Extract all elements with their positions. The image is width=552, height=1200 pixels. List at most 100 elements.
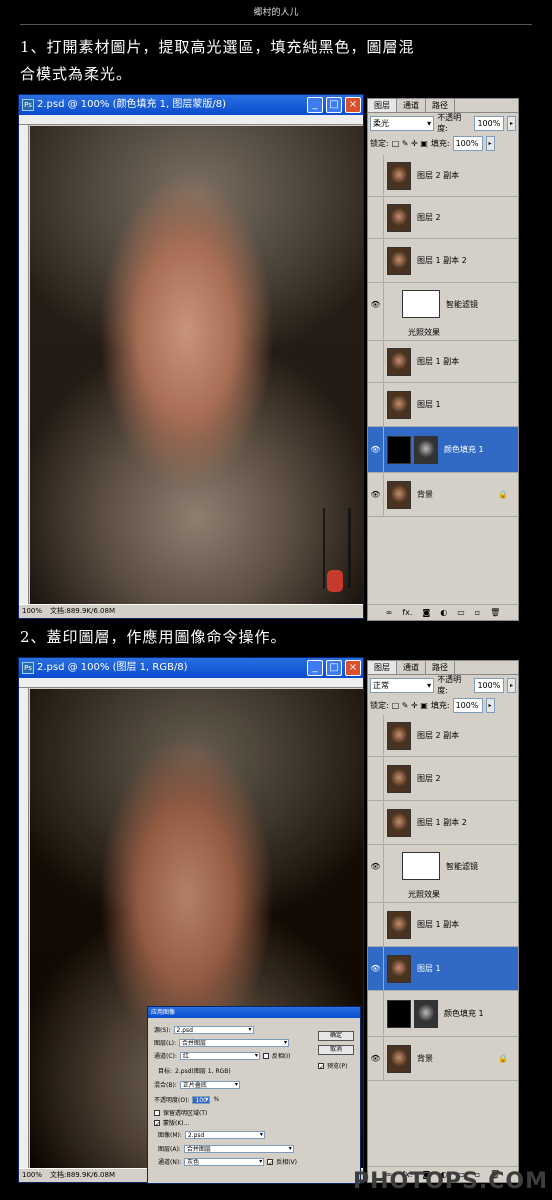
tab-layers[interactable]: 图层 <box>368 661 397 674</box>
eye-icon[interactable]: 👁 <box>368 427 384 472</box>
maximize-button[interactable]: □ <box>326 97 342 113</box>
blend-mode-select[interactable]: 正常 <box>370 677 435 693</box>
visibility-toggle[interactable]: 👁 <box>368 283 384 325</box>
tab-paths[interactable]: 路径 <box>426 99 455 112</box>
blend-select[interactable]: 正片叠底 <box>179 1080 240 1089</box>
visibility-toggle[interactable] <box>368 197 384 238</box>
eye-icon[interactable]: 👁 <box>368 473 384 516</box>
layer-row[interactable]: 👁 背景 🔒 <box>368 1037 518 1081</box>
fill-arrow[interactable]: ▸ <box>485 697 495 713</box>
filter-effect-row[interactable]: 光照效果 <box>368 887 518 903</box>
window-titlebar[interactable]: Ps 2.psd @ 100% (颜色填充 1, 图层蒙版/8) _ □ × <box>19 95 363 115</box>
fx-icon[interactable]: fx. <box>402 608 412 617</box>
opacity-input[interactable]: 100 <box>192 1095 211 1104</box>
image-select[interactable]: 2.psd <box>184 1130 265 1139</box>
close-button[interactable]: × <box>345 660 361 676</box>
filter-effect-row[interactable]: 光照效果 <box>368 325 518 341</box>
layer-row[interactable]: 图层 2 副本 <box>368 155 518 197</box>
layer-select[interactable]: 合并图层 <box>179 1038 290 1047</box>
link-icon[interactable]: ∞ <box>386 608 393 617</box>
apply-image-dialog[interactable]: 应用图像 源(S):2.psd 图层(L):合并图层 通道(C):红反相(I) … <box>147 1006 361 1184</box>
layer-row[interactable]: 图层 1 副本 <box>368 903 518 947</box>
opacity-arrow[interactable]: ▸ <box>507 115 516 131</box>
document-window-1[interactable]: Ps 2.psd @ 100% (颜色填充 1, 图层蒙版/8) _ □ × 100%… <box>18 94 364 619</box>
layer-thumbnail <box>387 161 411 190</box>
vertical-ruler <box>19 125 29 604</box>
layer-row[interactable]: 图层 2 副本 <box>368 715 518 757</box>
fill-input[interactable]: 100% <box>452 135 483 151</box>
lock-icons[interactable]: □ ✎ ✛ ▣ <box>392 701 428 710</box>
ok-button[interactable]: 确定 <box>318 1031 354 1041</box>
visibility-toggle[interactable] <box>368 757 384 800</box>
layer-row[interactable]: 图层 1 副本 2 <box>368 239 518 283</box>
layer-name: 图层 1 副本 <box>417 920 460 929</box>
visibility-toggle[interactable] <box>368 155 384 196</box>
layer-row[interactable]: 颜色填充 1 <box>368 991 518 1037</box>
lock-icons[interactable]: □ ✎ ✛ ▣ <box>392 139 428 148</box>
minimize-button[interactable]: _ <box>307 660 323 676</box>
visibility-toggle[interactable] <box>368 903 384 946</box>
tab-channels[interactable]: 通道 <box>397 661 426 674</box>
preview-checkbox[interactable]: ✓ <box>318 1062 324 1071</box>
new-layer-icon[interactable]: ▫ <box>475 608 480 617</box>
smart-filter-row[interactable]: 👁 智能滤镜 <box>368 845 518 887</box>
blend-mode-select[interactable]: 柔光 <box>370 115 435 131</box>
visibility-toggle[interactable] <box>368 715 384 756</box>
layer-row[interactable]: 图层 2 <box>368 197 518 239</box>
visibility-toggle[interactable] <box>368 239 384 282</box>
close-button[interactable]: × <box>345 97 361 113</box>
tab-paths[interactable]: 路径 <box>426 661 455 674</box>
layer-name: 背景 <box>417 490 433 499</box>
layer-row-selected[interactable]: 👁 图层 1 <box>368 947 518 991</box>
trash-icon[interactable]: 🗑 <box>490 608 500 617</box>
minimize-button[interactable]: _ <box>307 97 323 113</box>
zoom-level[interactable]: 100% <box>22 1171 42 1179</box>
visibility-toggle[interactable] <box>368 991 384 1036</box>
watermark-text: PHOTOPS.COM <box>352 1169 548 1194</box>
opacity-input[interactable]: 100% <box>474 115 505 131</box>
fill-arrow[interactable]: ▸ <box>485 135 495 151</box>
visibility-toggle[interactable] <box>368 341 384 382</box>
opacity-arrow[interactable]: ▸ <box>507 677 516 693</box>
opacity-input[interactable]: 100% <box>474 677 505 693</box>
mask-checkbox[interactable]: ✓ <box>154 1119 160 1128</box>
layer-row[interactable]: 图层 2 <box>368 757 518 801</box>
eye-icon[interactable]: 👁 <box>368 947 384 990</box>
ps-icon: Ps <box>22 99 34 111</box>
image-canvas[interactable] <box>30 126 363 604</box>
visibility-toggle[interactable]: 👁 <box>368 845 384 887</box>
mask-channel-select[interactable]: 灰色 <box>184 1157 265 1166</box>
red-seal-stamp <box>327 570 343 592</box>
layer-thumbnail <box>387 246 411 275</box>
maximize-button[interactable]: □ <box>326 660 342 676</box>
tab-layers[interactable]: 图层 <box>368 99 397 112</box>
folder-icon[interactable]: ▭ <box>457 608 465 617</box>
smart-filter-row[interactable]: 👁 智能滤镜 <box>368 283 518 325</box>
window-titlebar[interactable]: Ps 2.psd @ 100% (图层 1, RGB/8) _ □ × <box>19 658 363 678</box>
visibility-toggle[interactable] <box>368 383 384 426</box>
visibility-toggle[interactable] <box>368 887 384 902</box>
preserve-checkbox[interactable] <box>154 1109 160 1116</box>
visibility-toggle[interactable] <box>368 801 384 844</box>
mask-layer-select[interactable]: 合并图层 <box>183 1144 294 1153</box>
layer-row-selected[interactable]: 👁 颜色填充 1 <box>368 427 518 473</box>
visibility-toggle[interactable] <box>368 325 384 340</box>
zoom-level[interactable]: 100% <box>22 607 42 615</box>
mask-invert-checkbox[interactable]: ✓ <box>267 1158 273 1167</box>
layer-row[interactable]: 👁 背景 🔒 <box>368 473 518 517</box>
channel-select[interactable]: 红 <box>179 1051 260 1060</box>
layer-row[interactable]: 图层 1 <box>368 383 518 427</box>
adjustment-icon[interactable]: ◐ <box>440 608 447 617</box>
source-label: 源(S): <box>154 1027 171 1034</box>
cancel-button[interactable]: 取消 <box>318 1045 354 1055</box>
mask-icon[interactable]: ◙ <box>422 608 430 617</box>
tab-channels[interactable]: 通道 <box>397 99 426 112</box>
panel-footer: ∞ fx. ◙ ◐ ▭ ▫ 🗑 <box>368 604 518 620</box>
layer-row[interactable]: 图层 1 副本 2 <box>368 801 518 845</box>
eye-icon[interactable]: 👁 <box>368 1037 384 1080</box>
source-select[interactable]: 2.psd <box>173 1025 254 1034</box>
fill-input[interactable]: 100% <box>452 697 483 713</box>
dialog-title[interactable]: 应用图像 <box>148 1007 360 1018</box>
layer-row[interactable]: 图层 1 副本 <box>368 341 518 383</box>
invert-checkbox[interactable] <box>262 1052 269 1059</box>
